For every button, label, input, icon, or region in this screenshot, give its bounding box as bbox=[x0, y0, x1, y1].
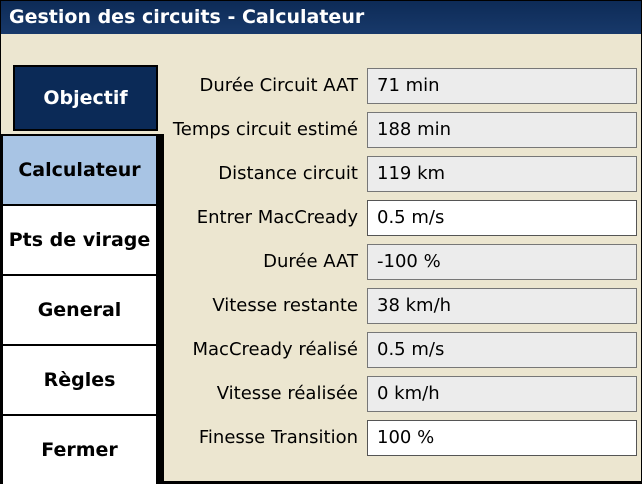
vitesse-realisee-label: Vitesse réalisée bbox=[216, 383, 358, 404]
calculator-window: Gestion des circuits - Calculateur Objec… bbox=[0, 0, 642, 484]
row-finesse-transition: Finesse Transition 100 % bbox=[164, 420, 639, 456]
vitesse-realisee-field: 0 km/h bbox=[367, 376, 637, 412]
entrer-maccready-label: Entrer MacCready bbox=[196, 207, 358, 228]
maccready-realise-label: MacCready réalisé bbox=[192, 339, 359, 360]
maccready-input[interactable]: 0.5 m/s bbox=[367, 200, 637, 236]
distance-circuit-label: Distance circuit bbox=[218, 163, 358, 184]
tab-pts-de-virage[interactable]: Pts de virage bbox=[3, 206, 156, 274]
duree-circuit-aat-label: Durée Circuit AAT bbox=[199, 75, 358, 96]
duree-circuit-aat-field: 71 min bbox=[367, 68, 637, 104]
tab-calculateur[interactable]: Calculateur bbox=[3, 136, 156, 204]
row-vitesse-realisee: Vitesse réalisée 0 km/h bbox=[164, 376, 639, 412]
tab-general[interactable]: General bbox=[3, 276, 156, 344]
row-temps-circuit-estime: Temps circuit estimé 188 min bbox=[164, 112, 639, 148]
vitesse-restante-field: 38 km/h bbox=[367, 288, 637, 324]
row-duree-circuit-aat: Durée Circuit AAT 71 min bbox=[164, 68, 639, 104]
row-entrer-maccready: Entrer MacCready 0.5 m/s bbox=[164, 200, 639, 236]
row-vitesse-restante: Vitesse restante 38 km/h bbox=[164, 288, 639, 324]
temps-circuit-estime-label: Temps circuit estimé bbox=[172, 119, 358, 140]
distance-circuit-field: 119 km bbox=[367, 156, 637, 192]
maccready-realise-field: 0.5 m/s bbox=[367, 332, 637, 368]
tab-list: Calculateur Pts de virage General Règles… bbox=[1, 134, 164, 484]
tab-fermer[interactable]: Fermer bbox=[3, 416, 156, 484]
tab-regles[interactable]: Règles bbox=[3, 346, 156, 414]
row-distance-circuit: Distance circuit 119 km bbox=[164, 156, 639, 192]
window-title: Gestion des circuits - Calculateur bbox=[1, 1, 641, 34]
temps-circuit-estime-field: 188 min bbox=[367, 112, 637, 148]
finesse-transition-input[interactable]: 100 % bbox=[367, 420, 637, 456]
tab-objectif[interactable]: Objectif bbox=[13, 65, 158, 131]
duree-aat-label: Durée AAT bbox=[263, 251, 358, 272]
finesse-transition-label: Finesse Transition bbox=[198, 427, 358, 448]
row-duree-aat: Durée AAT -100 % bbox=[164, 244, 639, 280]
duree-aat-field: -100 % bbox=[367, 244, 637, 280]
vitesse-restante-label: Vitesse restante bbox=[212, 295, 358, 316]
row-maccready-realise: MacCready réalisé 0.5 m/s bbox=[164, 332, 639, 368]
